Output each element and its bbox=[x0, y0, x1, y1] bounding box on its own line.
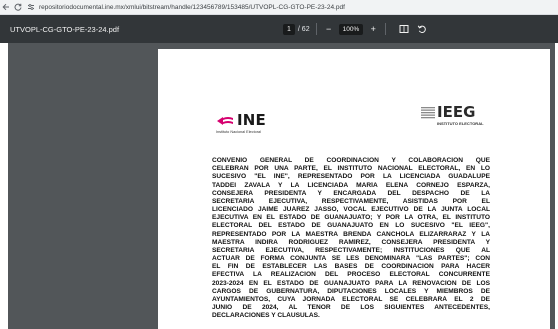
ine-emblem-icon bbox=[216, 114, 234, 126]
toolbar-divider bbox=[385, 23, 387, 35]
ieeg-logo: IEEG INSTITUTO ELECTORAL bbox=[420, 103, 484, 126]
pdf-toolbar: UTVOPL-CG-GTO-PE-23-24.pdf 1 / 62 − 100%… bbox=[0, 15, 558, 43]
toolbar-divider bbox=[315, 23, 317, 35]
back-arrow-icon[interactable] bbox=[0, 0, 12, 15]
viewer-edge bbox=[0, 43, 8, 329]
zoom-out-button[interactable]: − bbox=[323, 24, 335, 34]
pdf-page: INE Instituto Nacional Electoral IEEG IN… bbox=[158, 49, 550, 329]
document-line: LICENCIADO JAIME JUÁREZ JASSO, VOCAL EJE… bbox=[212, 206, 490, 214]
document-line: CONVENIO GENERAL DE COORDINACIÓN Y COLAB… bbox=[212, 157, 490, 164]
document-line: ACTUAR DE FORMA CONJUNTA SE LES DENOMINA… bbox=[212, 255, 490, 263]
page-number-input[interactable]: 1 bbox=[283, 23, 295, 35]
document-line: EFECTIVA LA REALIZACIÓN DEL PROCESO ELEC… bbox=[212, 271, 490, 279]
pdf-viewer[interactable]: INE Instituto Nacional Electoral IEEG IN… bbox=[0, 43, 558, 329]
browser-address-bar: repositoriodocumental.ine.mx/xmlui/bitst… bbox=[0, 0, 558, 15]
document-line: CELEBRAN POR UNA PARTE, EL INSTITUTO NAC… bbox=[212, 165, 490, 173]
document-line: EL FIN DE ESTABLECER LAS BASES DE COORDI… bbox=[212, 263, 490, 271]
toolbar-controls: 1 / 62 − 100% + bbox=[283, 15, 428, 43]
ieeg-logo-text: IEEG bbox=[437, 103, 476, 121]
document-line: 2023-2024 EN EL ESTADO DE GUANAJUATO PAR… bbox=[212, 279, 490, 287]
document-line: REPRESENTADO POR LA MAESTRA BRENDA CANCH… bbox=[212, 230, 490, 238]
document-line: JUNIO DE 2024, AL TENOR DE LOS SIGUIENTE… bbox=[212, 304, 490, 312]
document-line: DECLARACIONES Y CLÁUSULAS. bbox=[212, 312, 320, 320]
document-line: TADDEI ZAVALA Y LA LICENCIADA MARÍA ELEN… bbox=[212, 181, 490, 189]
ieeg-logo-subtitle: INSTITUTO ELECTORAL bbox=[437, 121, 484, 126]
document-line: SECRETARIA EJECUTIVA, RESPECTIVAMENTE; I… bbox=[212, 246, 490, 254]
ine-logo-text: INE bbox=[237, 111, 266, 129]
document-line: CARGOS DE GUBERNATURA, DIPUTACIONES LOCA… bbox=[212, 287, 490, 295]
document-line: CONSEJERA PRESIDENTA Y ENCARGADA DEL DES… bbox=[212, 189, 490, 197]
ieeg-emblem-icon bbox=[420, 105, 436, 119]
fit-page-icon[interactable] bbox=[398, 23, 410, 35]
document-line: SECRETARÍA EJECUTIVA, RESPECTIVAMENTE, A… bbox=[212, 197, 490, 205]
document-body: CONVENIO GENERAL DE COORDINACIÓN Y COLAB… bbox=[212, 157, 490, 320]
ine-logo: INE Instituto Nacional Electoral bbox=[216, 111, 266, 134]
zoom-in-button[interactable]: + bbox=[367, 24, 379, 34]
document-line: EJECUTIVA EN EL ESTADO DE GUANAJUATO; Y … bbox=[212, 214, 490, 222]
rotate-icon[interactable] bbox=[416, 23, 428, 35]
document-line: ELECTORAL DEL ESTADO DE GUANAJUATO EN LO… bbox=[212, 222, 490, 230]
document-line: SUCESIVO "EL INE", REPRESENTADO POR LA L… bbox=[212, 173, 490, 181]
ine-logo-subtitle: Instituto Nacional Electoral bbox=[216, 130, 261, 134]
document-line: AYUNTAMIENTOS, CUYA JORNADA ELECTORAL SE… bbox=[212, 295, 490, 303]
url-input[interactable]: repositoriodocumental.ine.mx/xmlui/bitst… bbox=[39, 4, 345, 11]
zoom-input[interactable]: 100% bbox=[338, 23, 364, 35]
reload-icon[interactable] bbox=[12, 0, 24, 15]
site-info-icon[interactable] bbox=[26, 0, 36, 15]
document-title: UTVOPL-CG-GTO-PE-23-24.pdf bbox=[10, 24, 120, 34]
document-line: MAESTRA INDIRA RODRÍGUEZ RAMÍREZ, CONSEJ… bbox=[212, 238, 490, 246]
page-total: / 62 bbox=[297, 25, 310, 33]
